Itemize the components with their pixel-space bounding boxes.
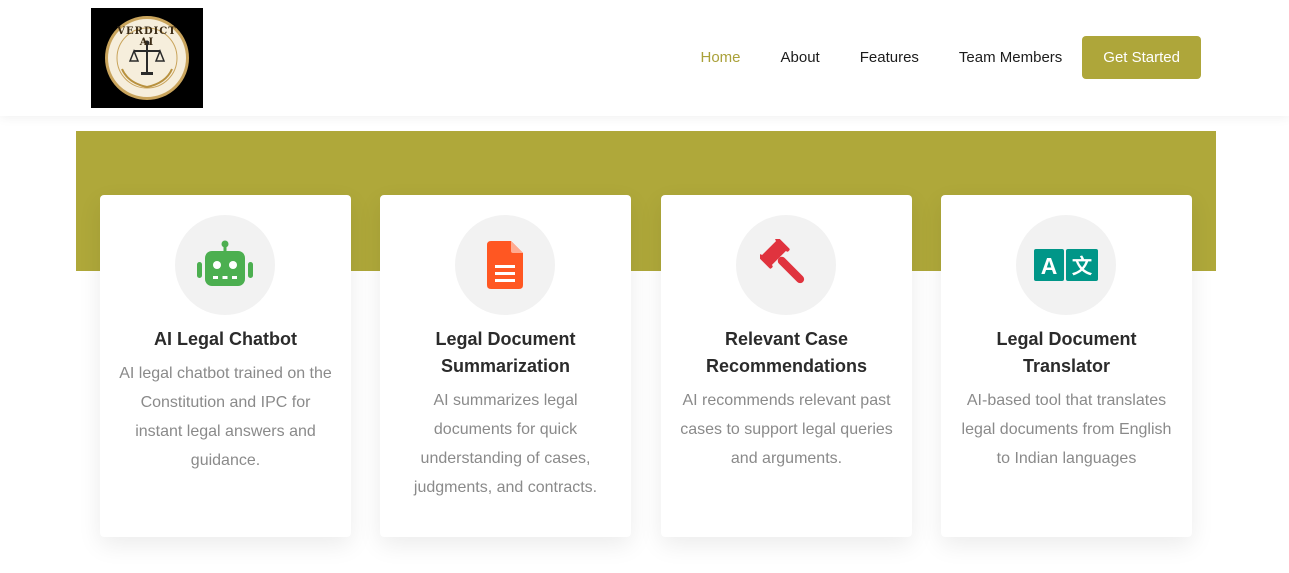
feature-title: AI Legal Chatbot — [154, 329, 297, 349]
svg-text:A: A — [1041, 253, 1058, 279]
nav-team-members[interactable]: Team Members — [959, 49, 1062, 66]
feature-title: Legal Document Summarization — [435, 329, 576, 376]
logo-badge: VERDICT AI — [105, 16, 189, 100]
icon-circle — [455, 215, 555, 315]
feature-card-recommendations[interactable]: Relevant Case Recommendations AI recomme… — [661, 195, 912, 537]
icon-circle — [736, 215, 836, 315]
svg-text:文: 文 — [1072, 254, 1093, 278]
nav-home[interactable]: Home — [701, 49, 741, 66]
feature-description: AI legal chatbot trained on the Constitu… — [119, 365, 332, 469]
document-icon — [487, 241, 523, 289]
nav-features[interactable]: Features — [860, 49, 919, 66]
feature-card-chatbot[interactable]: AI Legal Chatbot AI legal chatbot traine… — [100, 195, 351, 537]
icon-circle — [175, 215, 275, 315]
feature-card-translator[interactable]: A 文 Legal Document Translator AI-based t… — [941, 195, 1192, 537]
nav-about[interactable]: About — [781, 49, 820, 66]
feature-description: AI-based tool that translates legal docu… — [961, 392, 1172, 467]
translate-icon: A 文 — [1034, 249, 1098, 281]
icon-circle: A 文 — [1016, 215, 1116, 315]
feature-title: Relevant Case Recommendations — [705, 329, 868, 376]
site-header: VERDICT AI Home About Features Team Memb… — [0, 0, 1289, 116]
robot-icon — [197, 240, 253, 286]
feature-card-summarization[interactable]: Legal Document Summarization AI summariz… — [380, 195, 631, 537]
logo-text: VERDICT AI — [117, 26, 177, 48]
feature-description: AI summarizes legal documents for quick … — [413, 392, 598, 496]
brand-logo[interactable]: VERDICT AI — [91, 8, 203, 108]
gavel-icon — [760, 239, 805, 284]
feature-title: Legal Document Translator — [996, 329, 1137, 376]
main-nav: Home About Features Team Members Get Sta… — [701, 36, 1201, 79]
feature-description: AI recommends relevant past cases to sup… — [680, 392, 893, 467]
get-started-button[interactable]: Get Started — [1082, 36, 1201, 79]
